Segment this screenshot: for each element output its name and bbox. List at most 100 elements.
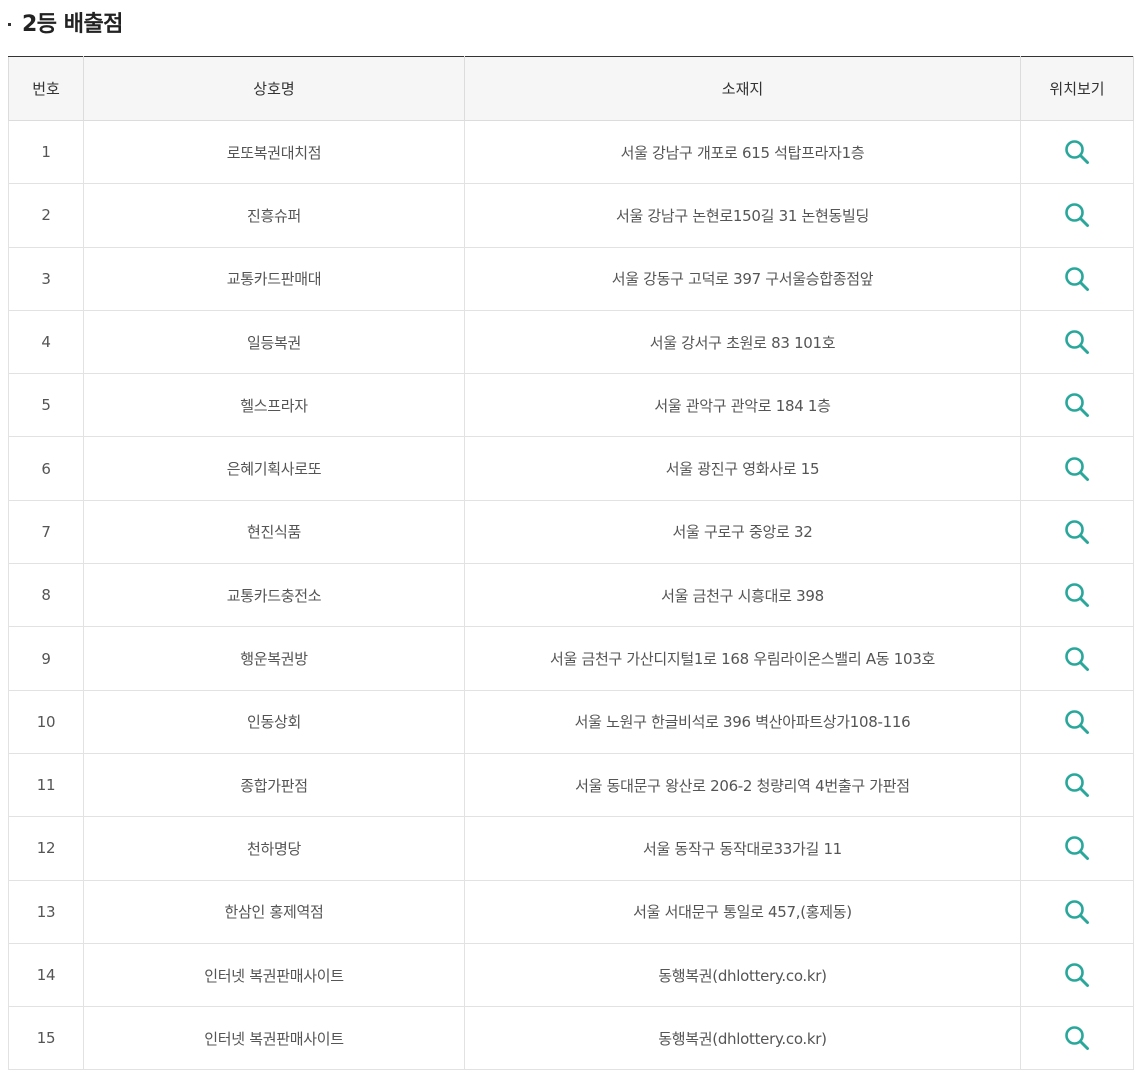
map-cell [1020,436,1134,501]
row-number: 12 [8,816,84,881]
store-name: 천하명당 [83,816,465,881]
view-location-button[interactable] [1064,329,1090,355]
search-icon [1065,963,1089,987]
map-cell [1020,120,1134,185]
search-icon [1065,393,1089,418]
store-address: 서울 금천구 시흥대로 398 [464,563,1021,628]
store-name: 한삼인 홍제역점 [83,880,465,944]
map-cell [1020,563,1134,628]
map-cell [1020,816,1134,881]
search-icon [1065,836,1089,861]
search-icon [1065,456,1089,481]
table-row: 10 인동상회 서울 노원구 한글비석로 396 벽산아파트상가108-116 [8,690,1134,754]
table-row: 7 현진식품 서울 구로구 중앙로 32 [8,500,1134,565]
map-cell [1020,943,1134,1008]
store-address: 서울 강남구 논현로150길 31 논현동빌딩 [464,183,1021,248]
table-row: 4 일등복권 서울 강서구 초원로 83 101호 [8,310,1134,375]
row-number: 10 [8,690,84,754]
table-row: 1 로또복권대치점 서울 강남구 개포로 615 석탑프라자1층 [8,120,1134,185]
map-cell [1020,1006,1134,1071]
map-cell [1020,626,1134,691]
store-address: 서울 금천구 가산디지털1로 168 우림라이온스밸리 A동 103호 [464,626,1021,691]
store-address: 서울 광진구 영화사로 15 [464,436,1021,501]
header-no: 번호 [8,56,84,121]
view-location-button[interactable] [1064,709,1090,735]
search-icon [1065,710,1089,734]
header-row: 번호 상호명 소재지 위치보기 [8,56,1134,121]
map-cell [1020,373,1134,438]
header-name: 상호명 [83,56,465,121]
table-row: 13 한삼인 홍제역점 서울 서대문구 통일로 457,(홍제동) [8,880,1134,944]
search-icon [1065,266,1089,291]
search-icon [1065,646,1089,671]
table-row: 9 행운복권방 서울 금천구 가산디지털1로 168 우림라이온스밸리 A동 103… [8,626,1134,691]
table-row: 8 교통카드충전소 서울 금천구 시흥대로 398 [8,563,1134,628]
view-location-button[interactable] [1064,582,1090,608]
table-row: 12 천하명당 서울 동작구 동작대로33가길 11 [8,816,1134,881]
store-address: 서울 구로구 중앙로 32 [464,500,1021,565]
row-number: 14 [8,943,84,1008]
store-address: 서울 동작구 동작대로33가길 11 [464,816,1021,881]
table-row: 3 교통카드판매대 서울 강동구 고덕로 397 구서울승합종점앞 [8,247,1134,311]
row-number: 6 [8,436,84,501]
store-name: 종합가판점 [83,753,465,818]
store-address: 서울 강서구 초원로 83 101호 [464,310,1021,375]
store-name: 교통카드충전소 [83,563,465,628]
view-location-button[interactable] [1064,139,1090,165]
store-address: 서울 서대문구 통일로 457,(홍제동) [464,880,1021,944]
search-icon [1065,203,1089,228]
table-row: 6 은혜기획사로또 서울 광진구 영화사로 15 [8,436,1134,501]
search-icon [1065,330,1089,355]
store-name: 로또복권대치점 [83,120,465,185]
store-address: 서울 강동구 고덕로 397 구서울승합종점앞 [464,247,1021,311]
header-map: 위치보기 [1020,56,1134,121]
view-location-button[interactable] [1064,456,1090,482]
map-cell [1020,183,1134,248]
store-name: 행운복권방 [83,626,465,691]
table-row: 15 인터넷 복권판매사이트 동행복권(dhlottery.co.kr) [8,1006,1134,1071]
map-cell [1020,880,1134,944]
map-cell [1020,247,1134,311]
view-location-button[interactable] [1064,266,1090,292]
store-address: 서울 관악구 관악로 184 1층 [464,373,1021,438]
page: 2등 배출점 번호 상호명 소재지 위치보기 1 로또복권대치점 서울 강남구 개포… [0,0,1136,1073]
bullet-icon [8,22,11,26]
store-name: 일등복권 [83,310,465,375]
store-address: 서울 동대문구 왕산로 206-2 청량리역 4번출구 가판점 [464,753,1021,818]
view-location-button[interactable] [1064,772,1090,798]
row-number: 4 [8,310,84,375]
row-number: 15 [8,1006,84,1071]
store-name: 진흥슈퍼 [83,183,465,248]
store-address: 서울 강남구 개포로 615 석탑프라자1층 [464,120,1021,185]
store-address: 서울 노원구 한글비석로 396 벽산아파트상가108-116 [464,690,1021,754]
row-number: 11 [8,753,84,818]
table-header: 번호 상호명 소재지 위치보기 [8,56,1134,121]
section-header: 2등 배출점 [0,0,123,44]
table-row: 5 헬스프라자 서울 관악구 관악로 184 1층 [8,373,1134,438]
store-name: 교통카드판매대 [83,247,465,311]
row-number: 13 [8,880,84,944]
store-address: 동행복권(dhlottery.co.kr) [464,943,1021,1008]
row-number: 1 [8,120,84,185]
map-cell [1020,310,1134,375]
section-title: 2등 배출점 [22,12,123,37]
search-icon [1065,520,1089,544]
view-location-button[interactable] [1064,835,1090,861]
map-cell [1020,690,1134,754]
view-location-button[interactable] [1064,646,1090,672]
row-number: 5 [8,373,84,438]
search-icon [1065,140,1089,165]
header-address: 소재지 [464,56,1021,121]
row-number: 8 [8,563,84,628]
row-number: 9 [8,626,84,691]
store-address: 동행복권(dhlottery.co.kr) [464,1006,1021,1071]
store-name: 인동상회 [83,690,465,754]
view-location-button[interactable] [1064,962,1090,988]
view-location-button[interactable] [1064,392,1090,418]
table-row: 2 진흥슈퍼 서울 강남구 논현로150길 31 논현동빌딩 [8,183,1134,248]
map-cell [1020,753,1134,818]
view-location-button[interactable] [1064,1025,1090,1051]
view-location-button[interactable] [1064,202,1090,228]
view-location-button[interactable] [1064,519,1090,545]
view-location-button[interactable] [1064,899,1090,925]
